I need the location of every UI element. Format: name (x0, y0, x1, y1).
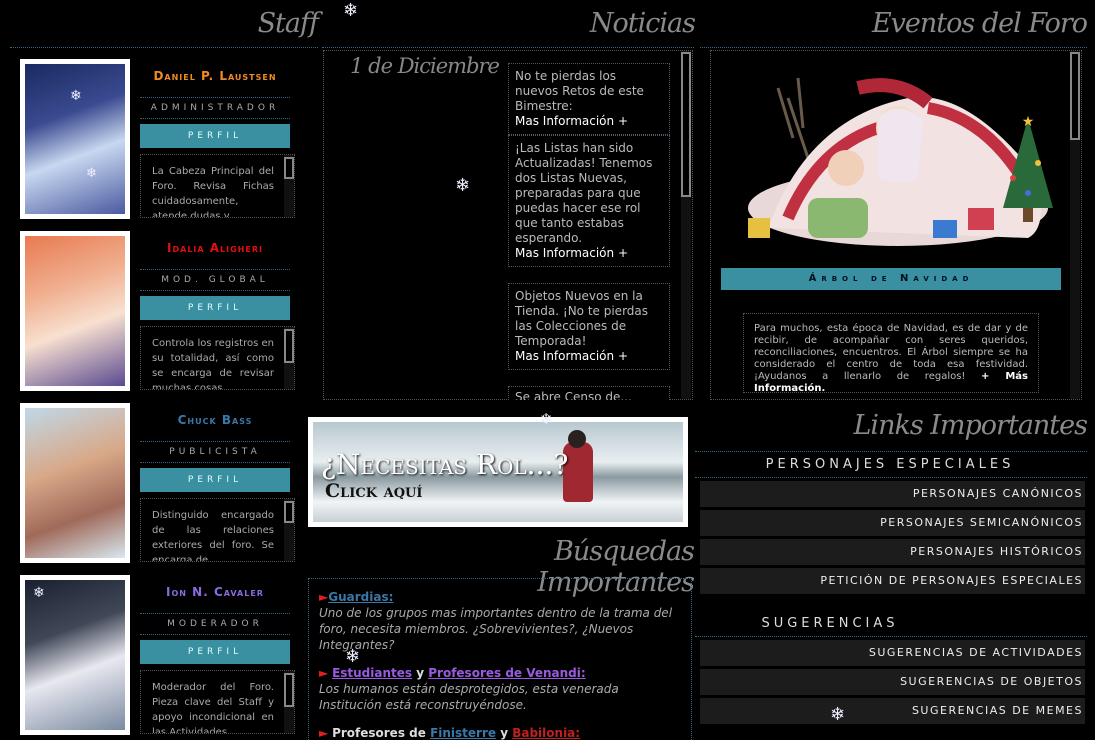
avatar[interactable] (20, 403, 130, 563)
search-connector: y (496, 726, 513, 740)
mas-informacion-link[interactable]: Mas Información + (515, 114, 663, 129)
news-text: No te pierdas los nuevos Retos de este B… (515, 69, 644, 113)
links-divider (695, 451, 1087, 452)
staff-card-idalia: Idalia Aligheri MOD. GLOBAL PERFIL Contr… (20, 231, 296, 391)
link-peticion-personajes[interactable]: PETICIÓN DE PERSONAJES ESPECIALES (700, 568, 1085, 594)
banner-subtitle: Click aquí (325, 480, 423, 502)
search-panel: ►Guardias: Uno de los grupos mas importa… (308, 578, 692, 740)
news-scrollbar[interactable] (681, 51, 691, 399)
staff-title: Staff (257, 8, 319, 39)
perfil-button[interactable]: PERFIL (140, 296, 290, 320)
snowflake-icon: ❄ (830, 704, 846, 725)
staff-role: PUBLICISTA (140, 441, 290, 463)
mas-informacion-link[interactable]: Mas Información + (515, 246, 663, 261)
eventos-divider (700, 47, 1087, 48)
staff-role: ADMINISTRADOR (140, 97, 290, 119)
avatar[interactable] (20, 231, 130, 391)
mas-informacion-link[interactable]: Mas Información + (515, 349, 663, 364)
link-sugerencias-actividades[interactable]: SUGERENCIAS DE ACTIVIDADES (700, 640, 1085, 666)
scrollbar[interactable] (284, 499, 294, 561)
staff-description-text: Controla los registros en su totalidad, … (152, 338, 274, 390)
search-result-title: ► Estudiantes y Profesores de Venandi: (319, 665, 681, 681)
estudiantes-link[interactable]: Estudiantes (332, 666, 412, 680)
snowflake-icon: ❄ (540, 410, 553, 428)
search-result-desc: Los humanos están desprotegidos, esta ve… (319, 682, 619, 712)
snowflake-icon: ❄ (455, 175, 471, 196)
staff-card-ion: Ion N. Cavaler MODERADOR PERFIL Moderado… (20, 575, 296, 735)
event-description: Para muchos, esta época de Navidad, es d… (743, 313, 1039, 394)
scrollbar[interactable] (284, 327, 294, 389)
news-item: No te pierdas los nuevos Retos de este B… (508, 63, 670, 135)
staff-description: Distinguido encargado de las relaciones … (140, 498, 295, 562)
staff-description-text: Distinguido encargado de las relaciones … (152, 510, 274, 562)
news-item: Se abre Censo de... (508, 386, 670, 400)
search-label: Profesores de (332, 726, 431, 740)
staff-description: La Cabeza Principal del Foro. Revisa Fic… (140, 154, 295, 218)
svg-text:★: ★ (1022, 114, 1035, 130)
search-result-title: ► Profesores de Finisterre y Babilonia: (319, 725, 681, 740)
snowflake-icon: ❄ (33, 585, 45, 601)
news-date: 1 de Diciembre (350, 54, 500, 78)
staff-description: Controla los registros en su totalidad, … (140, 326, 295, 390)
news-item: ¡Las Listas han sido Actualizadas! Tenem… (508, 135, 670, 267)
snowflake-icon: ❄ (343, 0, 359, 21)
staff-description-text: La Cabeza Principal del Foro. Revisa Fic… (152, 166, 274, 218)
staff-name[interactable]: Chuck Bass (140, 413, 290, 427)
links-divider (695, 477, 1087, 478)
staff-name[interactable]: Daniel P. Laustsen (140, 69, 290, 83)
staff-card-chuck: Chuck Bass PUBLICISTA PERFIL Distinguido… (20, 403, 296, 563)
arbol-de-navidad-button[interactable]: Árbol de Navidad (721, 268, 1061, 290)
staff-card-daniel: Daniel P. Laustsen ADMINISTRADOR PERFIL … (20, 59, 296, 219)
link-personajes-semicanonicos[interactable]: PERSONAJES SEMICANÓNICOS (700, 510, 1085, 536)
search-connector: y (412, 666, 429, 680)
staff-name[interactable]: Ion N. Cavaler (140, 585, 290, 599)
scrollbar[interactable] (284, 155, 294, 217)
search-result-desc: Uno de los grupos mas importantes dentro… (319, 606, 673, 652)
staff-name[interactable]: Idalia Aligheri (140, 241, 290, 255)
search-result-title: ►Guardias: (319, 589, 681, 605)
arrow-right-icon: ► (319, 590, 329, 604)
avatar[interactable] (20, 59, 130, 219)
snowflake-icon: ❄ (345, 646, 361, 667)
necesitas-rol-banner[interactable]: ¿Necesitas Rol...? Click aquí (308, 417, 688, 527)
noticias-divider (322, 47, 694, 48)
babilonia-link[interactable]: Babilonia: (512, 726, 580, 740)
link-sugerencias-memes[interactable]: SUGERENCIAS DE MEMES (700, 698, 1085, 724)
staff-description: Moderador del Foro. Pieza clave del Staf… (140, 670, 295, 734)
snowflake-icon: ❄ (86, 166, 97, 181)
banner-title: ¿Necesitas Rol...? (321, 448, 569, 481)
link-personajes-canonicos[interactable]: PERSONAJES CANÓNICOS (700, 481, 1085, 507)
event-scrollbar[interactable] (1070, 51, 1080, 399)
perfil-button[interactable]: PERFIL (140, 640, 290, 664)
staff-role: MODERADOR (140, 613, 290, 635)
perfil-button[interactable]: PERFIL (140, 468, 290, 492)
guardias-link[interactable]: Guardias: (328, 590, 393, 604)
news-text: ¡Las Listas han sido Actualizadas! Tenem… (515, 141, 653, 245)
sugerencias-heading: SUGERENCIAS (761, 616, 899, 631)
snowflake-icon: ❄ (70, 88, 82, 104)
news-text: Se abre Censo de... (515, 390, 632, 400)
link-personajes-historicos[interactable]: PERSONAJES HISTÓRICOS (700, 539, 1085, 565)
news-item: Objetos Nuevos en la Tienda. ¡No te pier… (508, 283, 670, 370)
finisterre-link[interactable]: Finisterre (430, 726, 496, 740)
links-divider (695, 636, 1087, 637)
arrow-right-icon: ► (319, 666, 329, 680)
staff-description-text: Moderador del Foro. Pieza clave del Staf… (152, 682, 274, 734)
links-title: Links Importantes (853, 410, 1089, 441)
profesores-venandi-link[interactable]: Profesores de Venandi: (428, 666, 585, 680)
scrollbar[interactable] (284, 671, 294, 733)
news-text: Objetos Nuevos en la Tienda. ¡No te pier… (515, 289, 649, 348)
link-sugerencias-objetos[interactable]: SUGERENCIAS DE OBJETOS (700, 669, 1085, 695)
eventos-title: Eventos del Foro (871, 8, 1088, 39)
arrow-right-icon: ► (319, 726, 329, 740)
noticias-title: Noticias (589, 8, 696, 39)
staff-divider (10, 47, 318, 48)
perfil-button[interactable]: PERFIL (140, 124, 290, 148)
personajes-especiales-heading: PERSONAJES ESPECIALES (765, 457, 1015, 472)
staff-role: MOD. GLOBAL (140, 269, 290, 291)
christmas-illustration: ★ (748, 77, 1053, 246)
